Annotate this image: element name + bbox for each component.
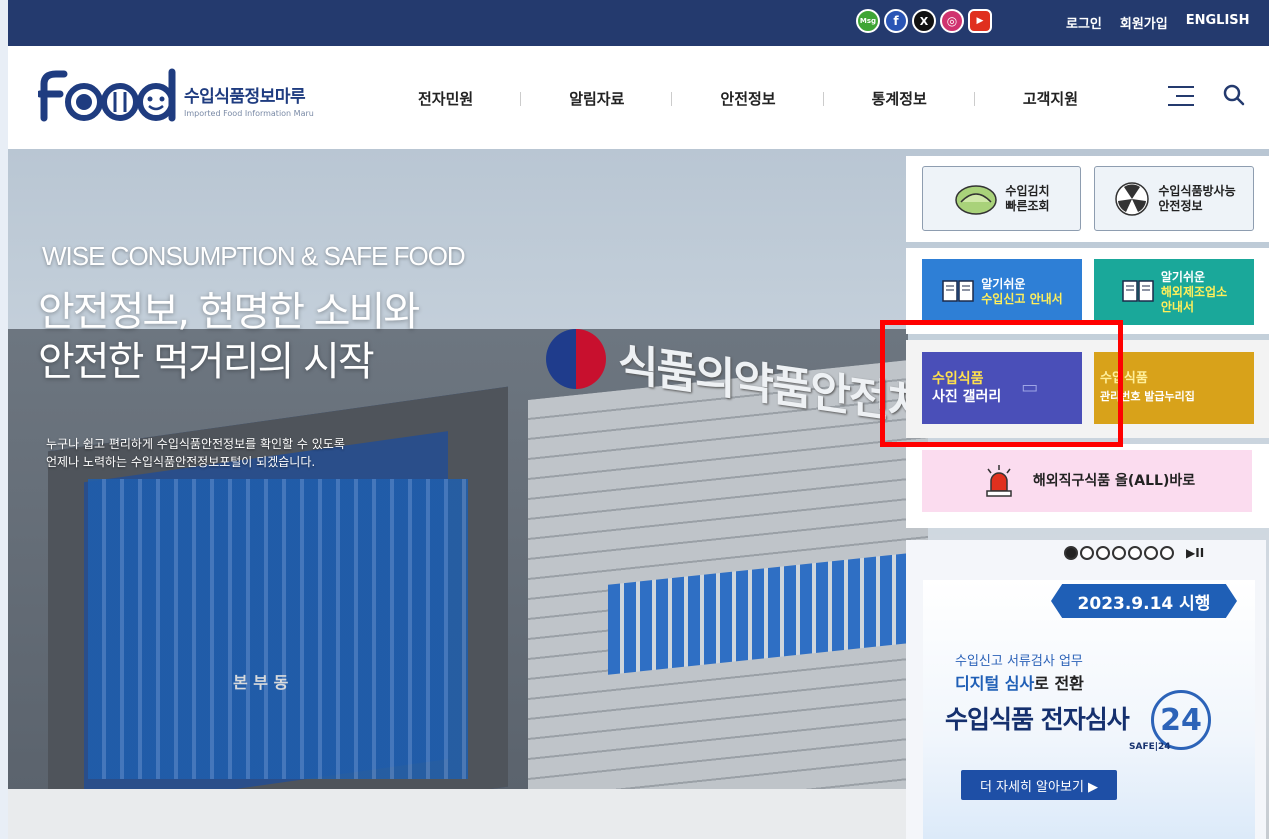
import-guide-button[interactable]: 알기쉬운 수입신고 안내서 xyxy=(922,259,1082,325)
nav-notices[interactable]: 알림자료 xyxy=(569,88,679,109)
site-name-en: Imported Food Information Maru xyxy=(184,109,314,118)
import-guide-line2: 수입신고 안내서 xyxy=(981,292,1063,306)
kimchi-line2: 빠른조회 xyxy=(1005,198,1050,213)
social-links: Msg f X ◎ ▶ xyxy=(856,9,992,33)
x-twitter-icon[interactable]: X xyxy=(912,9,936,33)
radiation-globe-icon xyxy=(1115,181,1150,216)
overseas-guide-button[interactable]: 알기쉬운 해외제조업소 안내서 xyxy=(1094,259,1254,325)
slider-pagination: ▶II xyxy=(1064,546,1204,560)
hero-subtitle-line2: 언제나 노력하는 수입식품안전정보포털이 되겠습니다. xyxy=(46,455,316,469)
site-header: 수입식품정보마루 Imported Food Information Maru … xyxy=(8,46,1269,149)
slide-dot[interactable] xyxy=(1064,546,1078,560)
menu-icon[interactable] xyxy=(1168,86,1194,106)
banner-line2: 디지털 심사로 전환 xyxy=(955,670,1084,694)
overseas-guide-line2: 해외제조업소 xyxy=(1160,284,1228,299)
nav-divider xyxy=(973,92,975,106)
slide-dot[interactable] xyxy=(1144,546,1158,560)
nav-statistics[interactable]: 통계정보 xyxy=(872,88,982,109)
hero-title: 안전정보, 현명한 소비와 안전한 먹거리의 시작 xyxy=(38,287,420,387)
play-pause-icon[interactable]: ▶II xyxy=(1186,546,1204,560)
import-guide-line1: 알기쉬운 xyxy=(981,277,1026,291)
top-utility-bar: Msg f X ◎ ▶ 로그인 회원가입 ENGLISH xyxy=(8,0,1269,46)
youtube-icon[interactable]: ▶ xyxy=(968,9,992,33)
hero-subtitle-line1: 누구나 쉽고 편리하게 수입식품안전정보를 확인할 수 있도록 xyxy=(46,437,345,451)
direct-purchase-button[interactable]: 해외직구식품 올(ALL)바로 xyxy=(922,450,1252,512)
safe24-label: SAFE|24 xyxy=(1129,742,1171,752)
kimchi-lookup-label: 수입김치 빠른조회 xyxy=(1005,184,1049,214)
nav-e-civil[interactable]: 전자민원 xyxy=(418,88,528,109)
nav-divider xyxy=(520,92,522,106)
siren-icon xyxy=(986,465,1012,497)
banner-line1: 수입신고 서류검사 업무 xyxy=(955,654,1083,669)
hero-subtitle: 누구나 쉽고 편리하게 수입식품안전정보를 확인할 수 있도록 언제나 노력하는… xyxy=(46,435,345,471)
main-nav: 전자민원 알림자료 안전정보 통계정보 고객지원 xyxy=(418,88,1133,109)
slide-dot[interactable] xyxy=(1096,546,1110,560)
banner-slider: ▶II 2023.9.14 시행 수입신고 서류검사 업무 디지털 심사로 전환… xyxy=(906,540,1266,839)
facebook-icon[interactable]: f xyxy=(884,9,908,33)
cabbage-icon xyxy=(955,184,998,215)
book-icon xyxy=(942,280,975,302)
hero-title-line1: 안전정보, 현명한 소비와 xyxy=(38,289,420,335)
slide-dot[interactable] xyxy=(1160,546,1174,560)
banner-date: 2023.9.14 시행 xyxy=(1051,584,1237,618)
slide-dot[interactable] xyxy=(1128,546,1142,560)
login-link[interactable]: 로그인 xyxy=(1066,13,1102,32)
learn-more-button[interactable]: 더 자세히 알아보기 ▶ xyxy=(961,770,1117,800)
radiation-line1: 수입식품방사능 xyxy=(1158,183,1236,198)
hero-title-line2: 안전한 먹거리의 시작 xyxy=(38,339,375,385)
e-review-banner[interactable]: 2023.9.14 시행 수입신고 서류검사 업무 디지털 심사로 전환 수입식… xyxy=(923,580,1255,839)
nav-divider xyxy=(822,92,824,106)
english-link[interactable]: ENGLISH xyxy=(1186,13,1250,32)
overseas-guide-line1: 알기쉬운 xyxy=(1160,269,1206,284)
nav-divider xyxy=(671,92,673,106)
account-links: 로그인 회원가입 ENGLISH xyxy=(1066,13,1250,32)
building-glass xyxy=(88,479,468,779)
instagram-icon[interactable]: ◎ xyxy=(940,9,964,33)
kimchi-line1: 수입김치 xyxy=(1005,183,1050,198)
radiation-info-button[interactable]: 수입식품방사능 안전정보 xyxy=(1094,166,1254,231)
food-logo-icon[interactable] xyxy=(38,68,183,124)
book-icon xyxy=(1122,280,1154,302)
building-label: 본 부 동 xyxy=(233,673,289,692)
ground xyxy=(8,789,908,839)
overseas-guide-line3: 안내서 xyxy=(1160,299,1194,314)
site-name[interactable]: 수입식품정보마루 Imported Food Information Maru xyxy=(184,82,314,118)
safe24-badge-icon: 24 xyxy=(1151,690,1211,750)
banner-headline: 수입식품 전자심사 xyxy=(945,705,1130,734)
radiation-info-label: 수입식품방사능 안전정보 xyxy=(1158,184,1235,214)
slide-dot[interactable] xyxy=(1112,546,1126,560)
slide-dot[interactable] xyxy=(1080,546,1094,560)
search-icon[interactable] xyxy=(1223,84,1245,106)
kimchi-lookup-button[interactable]: 수입김치 빠른조회 xyxy=(922,166,1081,231)
direct-purchase-label: 해외직구식품 올(ALL)바로 xyxy=(1032,472,1196,489)
nav-safety-info[interactable]: 안전정보 xyxy=(720,88,830,109)
banner-line2-rest: 로 전환 xyxy=(1034,674,1084,693)
overseas-guide-label: 알기쉬운 해외제조업소 안내서 xyxy=(1161,270,1227,315)
highlight-box xyxy=(880,320,1123,447)
import-guide-label: 알기쉬운 수입신고 안내서 xyxy=(981,277,1062,307)
hero-english-title: WISE CONSUMPTION & SAFE FOOD xyxy=(42,241,466,271)
banner-line2-bold: 디지털 심사 xyxy=(955,674,1035,693)
signup-link[interactable]: 회원가입 xyxy=(1120,13,1168,32)
site-name-ko: 수입식품정보마루 xyxy=(184,87,306,107)
radiation-line2: 안전정보 xyxy=(1158,198,1203,213)
nav-support[interactable]: 고객지원 xyxy=(1023,88,1133,109)
kakaotalk-icon[interactable]: Msg xyxy=(856,9,880,33)
government-emblem-icon xyxy=(546,329,606,389)
